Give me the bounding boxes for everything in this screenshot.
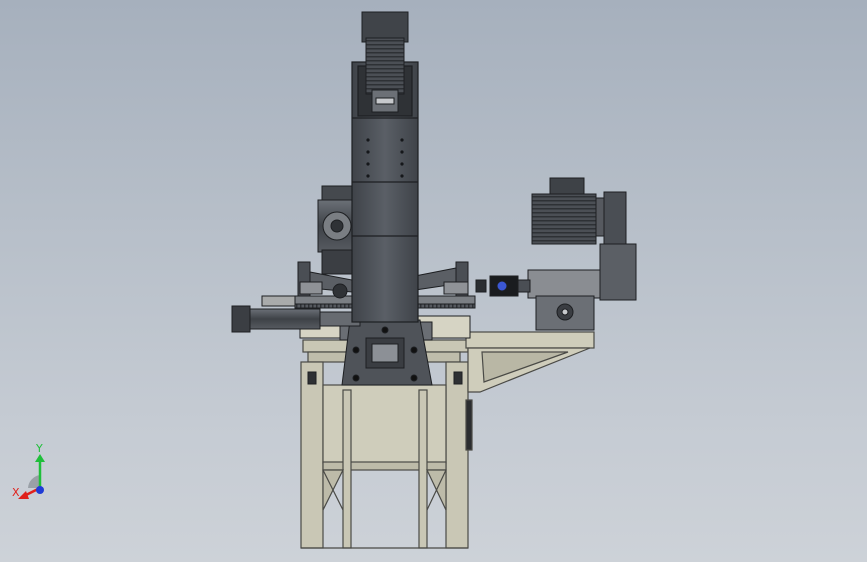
right-clamp: [414, 261, 469, 297]
right-gearbox: [527, 269, 601, 331]
x-axis-label: X: [12, 486, 20, 499]
coordinate-triad: Y X: [12, 442, 45, 499]
triad-plane-indicator: [28, 475, 40, 488]
z-axis-indicator: [36, 486, 44, 494]
cad-viewport[interactable]: Y X: [0, 0, 867, 562]
x-axis-arrowhead: [18, 491, 29, 499]
machine-assembly-drawing[interactable]: [0, 0, 867, 562]
y-axis-arrowhead: [35, 454, 45, 462]
left-motor: [317, 185, 357, 275]
y-axis-label: Y: [35, 442, 43, 455]
side-bracket: [465, 331, 595, 393]
spindle-coupling: [475, 275, 531, 297]
